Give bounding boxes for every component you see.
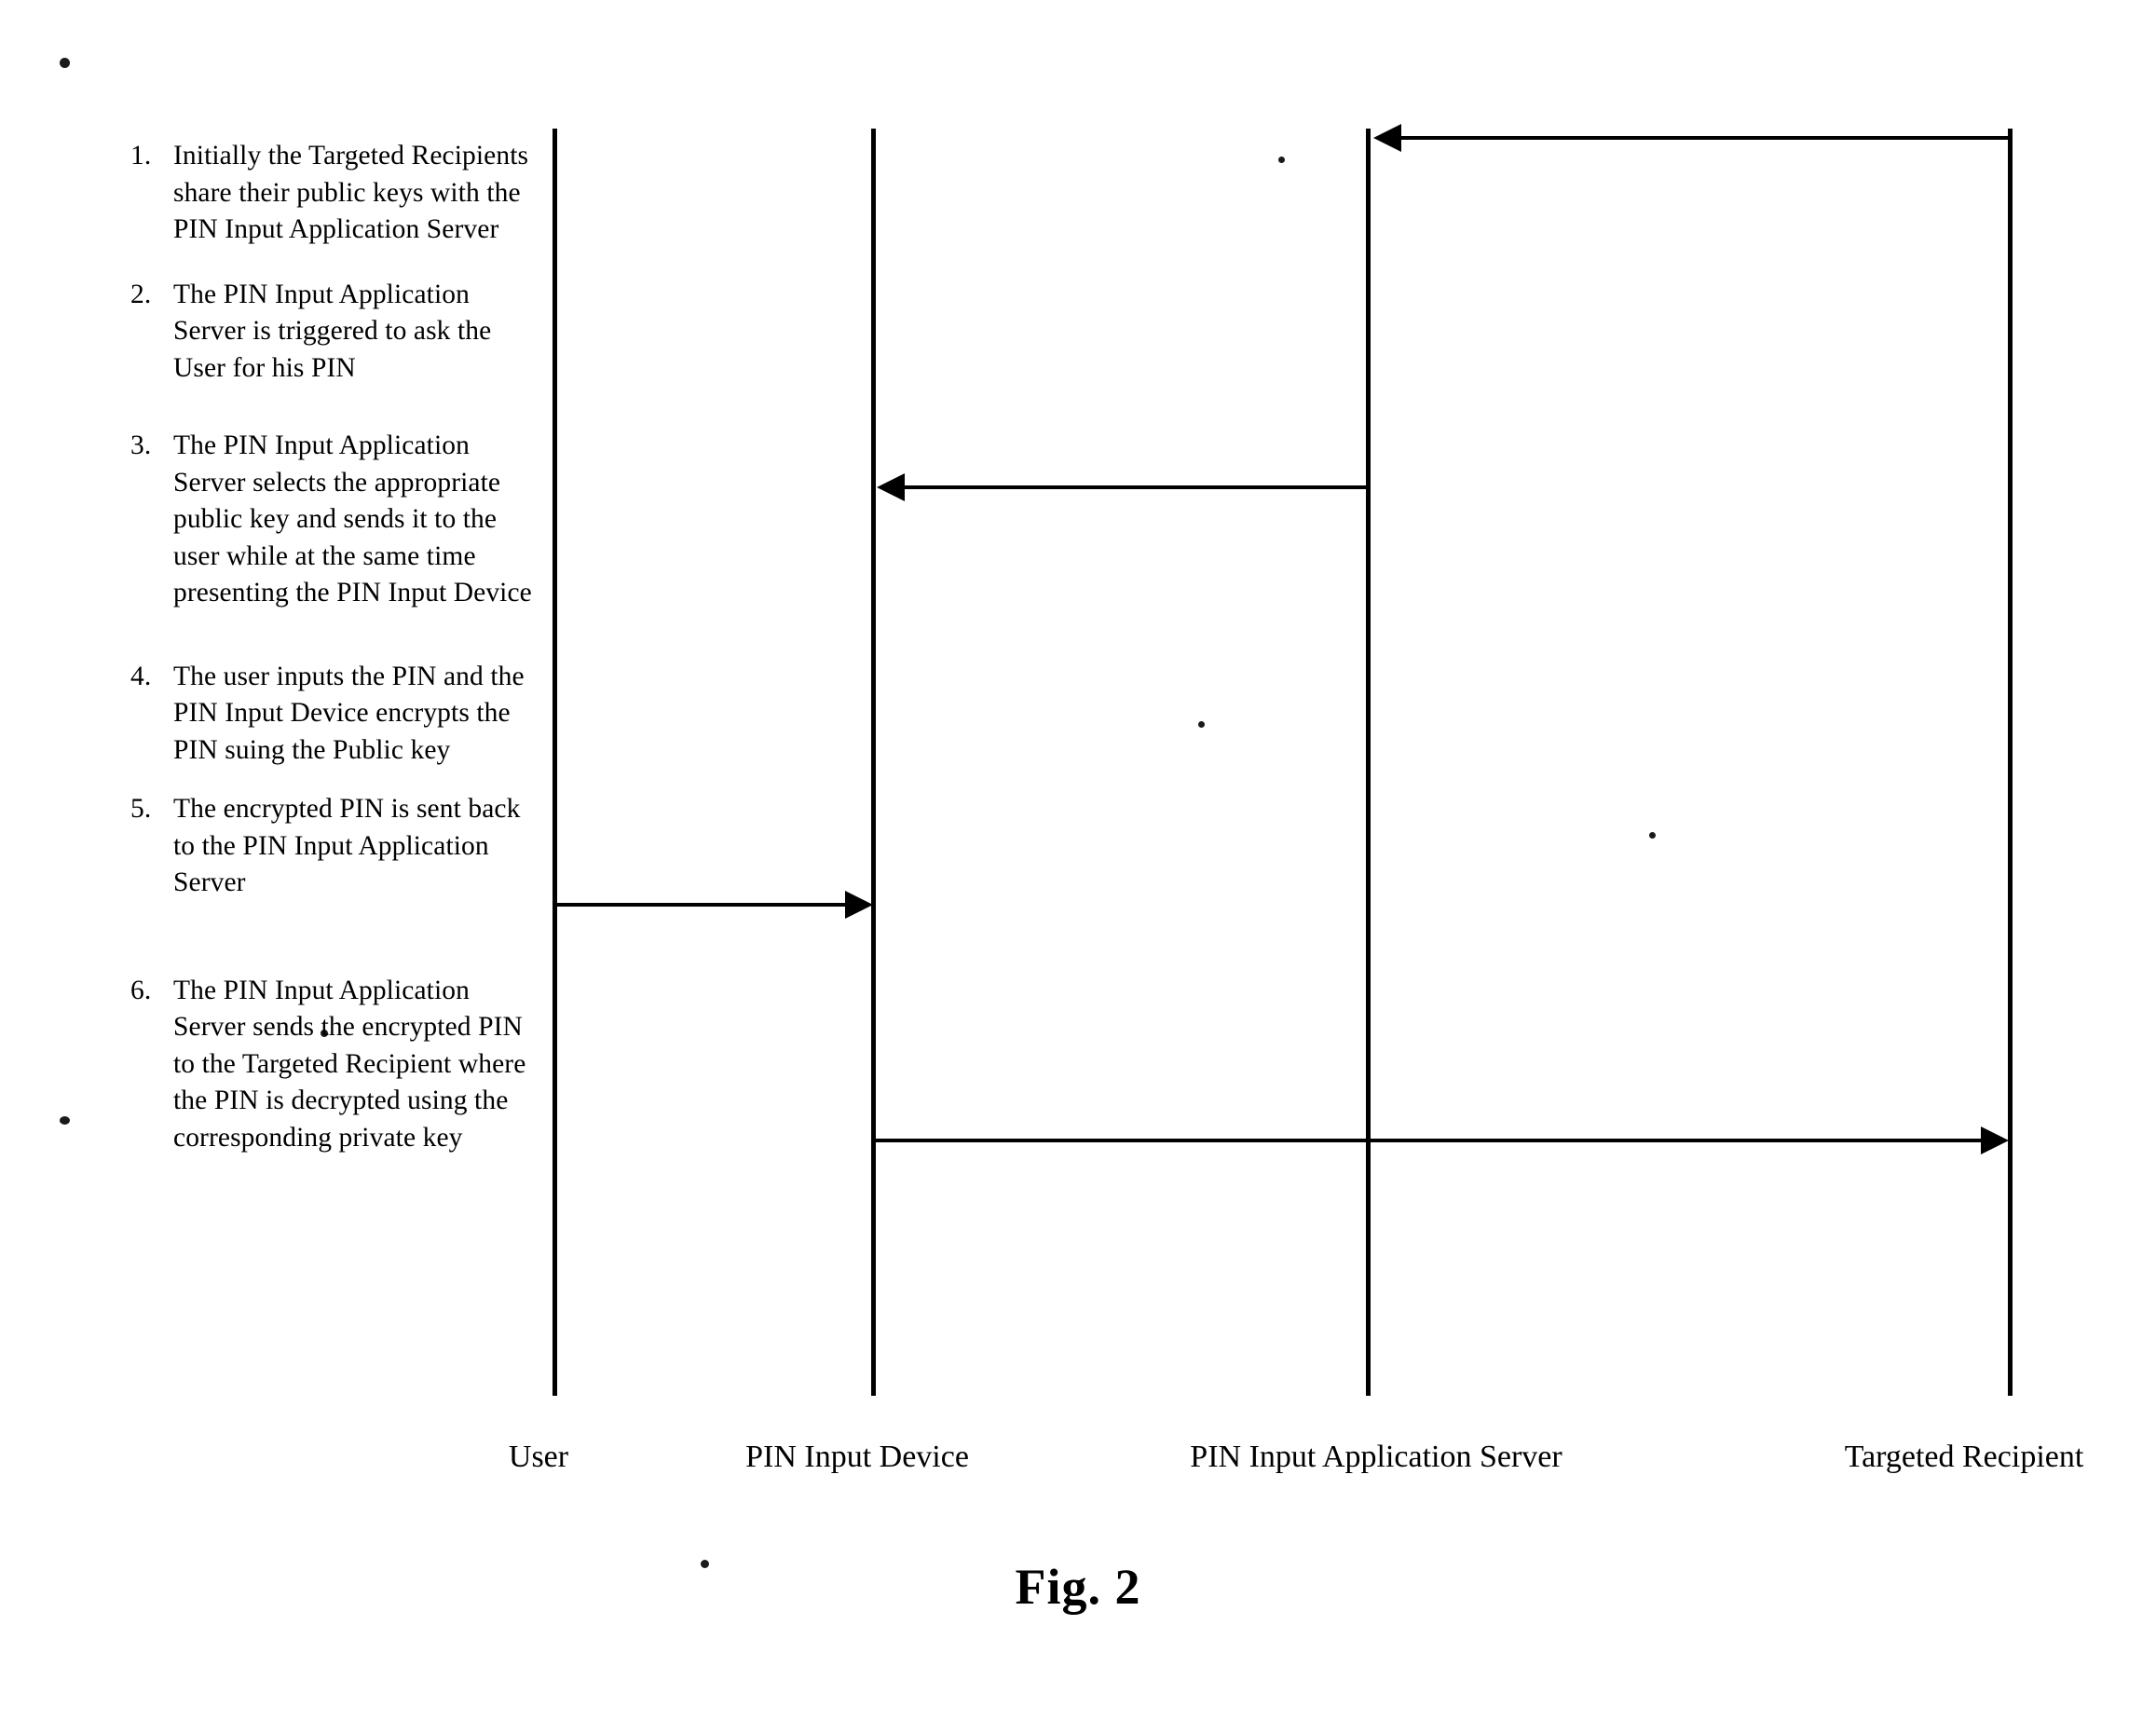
- steps-list: 1. Initially the Targeted Recipients sha…: [130, 138, 540, 1156]
- step-item: 2. The PIN Input Application Server is t…: [130, 277, 540, 388]
- step-text: The PIN Input Application Server is trig…: [173, 279, 492, 383]
- figure-page: 1. Initially the Targeted Recipients sha…: [0, 0, 2156, 1734]
- step-text: The encrypted PIN is sent back to the PI…: [173, 794, 521, 897]
- message-line-6: [873, 1139, 1987, 1142]
- step-item: 5. The encrypted PIN is sent back to the…: [130, 791, 540, 902]
- actor-label-pin-input-application-server: PIN Input Application Server: [1190, 1440, 1562, 1474]
- step-text: The PIN Input Application Server sends t…: [173, 975, 526, 1153]
- step-item: 3. The PIN Input Application Server sele…: [130, 428, 540, 612]
- step-number: 1.: [130, 141, 152, 171]
- actor-label-user: User: [508, 1440, 569, 1474]
- figure-caption: Fig. 2: [1015, 1559, 1141, 1615]
- message-arrowhead-6: [1981, 1126, 2009, 1154]
- actor-label-pin-input-device: PIN Input Device: [745, 1440, 969, 1474]
- lifeline-user: [553, 129, 557, 1396]
- actor-label-targeted-recipient: Targeted Recipient: [1844, 1440, 2084, 1474]
- message-line-1: [1383, 136, 2013, 140]
- step-item: 4. The user inputs the PIN and the PIN I…: [130, 659, 540, 770]
- lifeline-pin-input-application-server: [1366, 129, 1371, 1396]
- scan-speck: [1198, 721, 1205, 728]
- scan-speck: [1278, 157, 1285, 163]
- scan-speck: [60, 1116, 70, 1125]
- step-text: The user inputs the PIN and the PIN Inpu…: [173, 661, 525, 765]
- scan-speck: [60, 58, 70, 68]
- step-text: Initially the Targeted Recipients share …: [173, 141, 529, 244]
- step-item: 1. Initially the Targeted Recipients sha…: [130, 138, 540, 249]
- step-number: 6.: [130, 975, 152, 1005]
- step-number: 4.: [130, 661, 152, 691]
- message-line-5: [557, 903, 848, 907]
- lifeline-pin-input-device: [871, 129, 876, 1396]
- scan-speck: [1649, 832, 1656, 839]
- step-item: 6. The PIN Input Application Server send…: [130, 973, 540, 1157]
- step-number: 5.: [130, 794, 152, 824]
- lifeline-targeted-recipient: [2008, 129, 2013, 1396]
- message-arrowhead-1: [1373, 124, 1401, 152]
- message-arrowhead-3: [877, 473, 905, 501]
- step-number: 2.: [130, 279, 152, 309]
- step-number: 3.: [130, 430, 152, 460]
- message-line-3: [885, 485, 1369, 489]
- message-arrowhead-5: [845, 891, 873, 919]
- step-text: The PIN Input Application Server selects…: [173, 430, 532, 608]
